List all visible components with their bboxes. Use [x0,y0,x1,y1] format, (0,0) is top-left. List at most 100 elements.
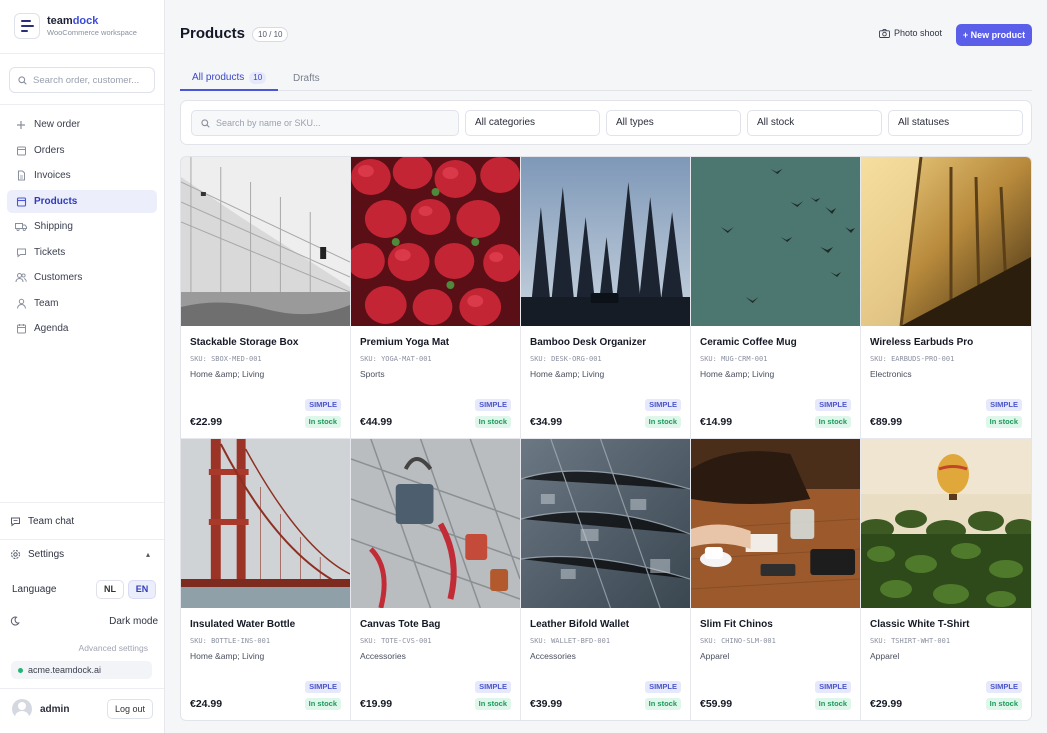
sidebar-search[interactable] [9,67,155,93]
workspace-domain[interactable]: acme.teamdock.ai [11,661,152,679]
tab-all-products[interactable]: All products 10 [180,66,279,91]
bag-icon [15,144,27,156]
product-card[interactable]: Leather Bifold Wallet SKU: WALLET-BFD-00… [521,439,691,720]
sidebar: teamdock WooCommerce workspace New order… [0,0,165,733]
sidebar-item-label: Orders [34,144,65,156]
product-name[interactable]: Canvas Tote Bag [360,619,440,630]
product-card[interactable]: Stackable Storage Box SKU: SBOX-MED-001 … [181,157,351,439]
product-price: €19.99 [360,698,393,710]
new-product-button[interactable]: + New product [956,24,1032,46]
language-label: Language [12,584,57,595]
sidebar-item-team[interactable]: Team [7,292,157,315]
tab-label: All products [192,72,245,83]
search-icon [18,75,27,85]
user-icon [15,297,27,309]
product-grid: Stackable Storage Box SKU: SBOX-MED-001 … [180,156,1032,721]
tab-count-badge: 10 [249,71,267,84]
product-image[interactable] [181,439,350,608]
product-image[interactable] [861,157,1031,326]
sidebar-item-customers[interactable]: Customers [7,266,157,289]
tab-drafts[interactable]: Drafts [293,66,320,91]
product-type-badge: SIMPLE [986,681,1022,693]
product-card[interactable]: Bamboo Desk Organizer SKU: DESK-ORG-001 … [521,157,691,439]
sidebar-item-agenda[interactable]: Agenda [7,317,157,340]
logout-button[interactable]: Log out [106,699,153,719]
users-icon [15,272,27,284]
avatar[interactable] [12,699,32,719]
sidebar-item-orders[interactable]: Orders [7,139,157,162]
stock-status-badge: In stock [474,416,511,428]
stock-select[interactable]: All stock [747,110,882,136]
product-image[interactable] [181,157,350,326]
product-sku: SKU: WALLET-BFD-001 [530,637,611,645]
product-name[interactable]: Leather Bifold Wallet [530,619,629,630]
brand-logo-icon [14,13,40,39]
lang-nl-button[interactable]: NL [96,580,124,599]
product-card[interactable]: Slim Fit Chinos SKU: CHINO-SLM-001 Appar… [691,439,861,720]
product-name[interactable]: Stackable Storage Box [190,337,298,348]
product-card[interactable]: Wireless Earbuds Pro SKU: EARBUDS-PRO-00… [861,157,1031,439]
sidebar-item-tickets[interactable]: Tickets [7,241,157,264]
brand[interactable]: teamdock WooCommerce workspace [14,13,137,39]
product-image[interactable] [691,439,860,608]
product-search[interactable] [191,110,459,136]
product-name[interactable]: Insulated Water Bottle [190,619,295,630]
sidebar-item-label: New order [34,119,81,130]
product-name[interactable]: Slim Fit Chinos [700,619,773,630]
sidebar-item-invoices[interactable]: Invoices [7,164,157,187]
product-card[interactable]: Ceramic Coffee Mug SKU: MUG-CRM-001 Home… [691,157,861,439]
sidebar-nav: New order Orders Invoices Products Shipp… [7,113,157,343]
camera-icon [879,28,890,38]
tab-label: Drafts [293,73,320,84]
sidebar-search-input[interactable] [33,74,151,86]
sidebar-item-products[interactable]: Products [7,189,157,213]
product-image[interactable] [691,157,860,326]
sidebar-item-new-order[interactable]: New order [7,113,157,136]
product-tabs: All products 10 Drafts [180,66,1032,91]
domain-label: acme.teamdock.ai [28,665,102,675]
product-sku: SKU: YOGA-MAT-001 [360,355,432,363]
product-name[interactable]: Classic White T-Shirt [870,619,969,630]
dark-mode-toggle[interactable]: Dark mode [9,615,158,627]
product-card[interactable]: Insulated Water Bottle SKU: BOTTLE-INS-0… [181,439,351,720]
product-name[interactable]: Ceramic Coffee Mug [700,337,797,348]
product-search-input[interactable] [216,118,446,128]
sidebar-item-label: Shipping [34,221,73,232]
team-chat-button[interactable]: Team chat [9,515,156,527]
product-image[interactable] [351,439,520,608]
product-card[interactable]: Classic White T-Shirt SKU: TSHIRT-WHT-00… [861,439,1031,720]
user-row: admin Log out [12,699,153,719]
product-category: Apparel [870,651,900,661]
advanced-settings-link[interactable]: Advanced settings [79,643,148,653]
product-name[interactable]: Wireless Earbuds Pro [870,337,973,348]
product-card[interactable]: Premium Yoga Mat SKU: YOGA-MAT-001 Sport… [351,157,521,439]
sidebar-item-shipping[interactable]: Shipping [7,215,157,238]
photo-shoot-button[interactable]: Photo shoot [879,28,942,38]
lang-en-button[interactable]: EN [128,580,156,599]
product-category: Home &amp; Living [700,369,775,379]
product-count-badge: 10 / 10 [252,27,289,42]
product-name[interactable]: Premium Yoga Mat [360,337,449,348]
product-image[interactable] [521,439,690,608]
sidebar-item-label: Tickets [34,246,66,258]
product-name[interactable]: Bamboo Desk Organizer [530,337,646,348]
settings-toggle[interactable]: Settings ▴ [9,548,156,560]
category-select[interactable]: All categories [465,110,600,136]
stock-status-badge: In stock [644,416,681,428]
product-type-badge: SIMPLE [645,681,681,693]
product-category: Sports [360,369,385,379]
product-image[interactable] [521,157,690,326]
product-image[interactable] [861,439,1031,608]
product-type-badge: SIMPLE [815,681,851,693]
sidebar-item-label: Invoices [34,170,71,181]
product-card[interactable]: Canvas Tote Bag SKU: TOTE-CVS-001 Access… [351,439,521,720]
type-select[interactable]: All types [606,110,741,136]
product-category: Apparel [700,651,730,661]
product-type-badge: SIMPLE [475,399,511,411]
calendar-icon [15,323,27,335]
product-category: Electronics [870,369,912,379]
product-image[interactable] [351,157,520,326]
product-sku: SKU: CHINO-SLM-001 [700,637,776,645]
status-select[interactable]: All statuses [888,110,1023,136]
product-category: Accessories [530,651,576,661]
